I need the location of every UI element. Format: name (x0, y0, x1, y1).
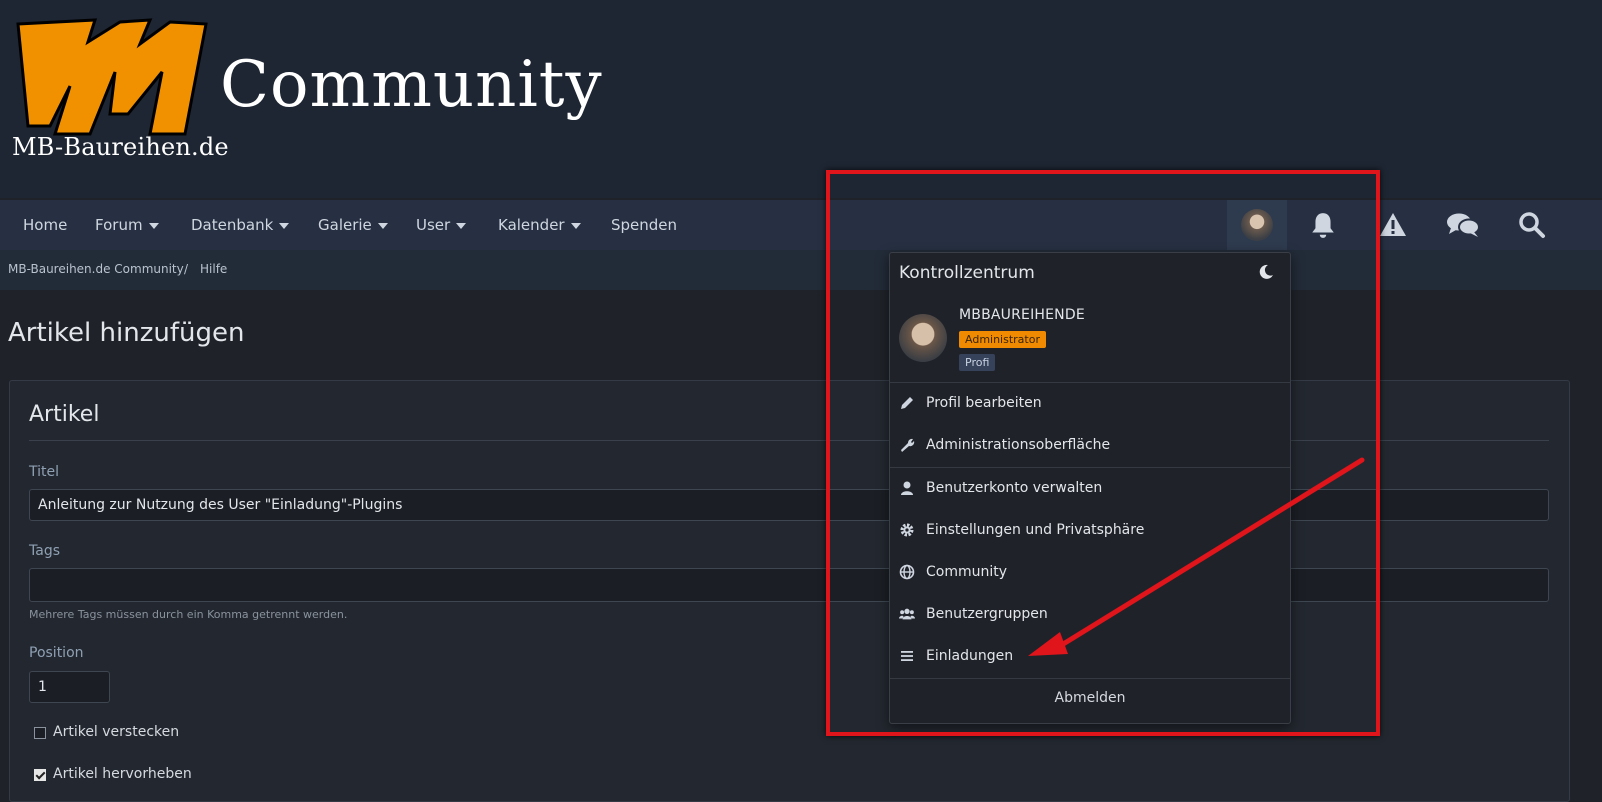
position-input[interactable]: 1 (29, 671, 110, 703)
breadcrumb-item-hilfe[interactable]: Hilfe (200, 262, 227, 276)
hide-article-checkbox[interactable] (34, 727, 46, 739)
position-label: Position (29, 645, 84, 661)
caret-down-icon (377, 222, 388, 229)
logo-subtitle: MB-Baureihen.de (12, 133, 229, 161)
breadcrumb-item-community[interactable]: MB-Baureihen.de Community (8, 262, 184, 276)
nav-user[interactable]: User (416, 200, 467, 250)
nav-home-label: Home (23, 216, 68, 234)
nav-home[interactable]: Home (23, 200, 67, 250)
nav-kalender-label: Kalender (498, 216, 565, 234)
chat-icon (1447, 213, 1480, 237)
page-title: Artikel hinzufügen (8, 318, 245, 348)
nav-datenbank-label: Datenbank (191, 216, 274, 234)
nav-forum-label: Forum (95, 216, 143, 234)
caret-down-icon (279, 222, 290, 229)
highlight-article-checkbox[interactable] (34, 769, 46, 781)
caret-down-icon (456, 222, 467, 229)
nav-forum[interactable]: Forum (95, 200, 159, 250)
search-icon (1519, 212, 1545, 238)
hide-article-label[interactable]: Artikel verstecken (53, 724, 179, 740)
title-label: Titel (29, 464, 60, 480)
site-title: Community (220, 48, 603, 122)
nav-datenbank[interactable]: Datenbank (191, 200, 290, 250)
nav-spenden[interactable]: Spenden (611, 200, 677, 250)
site-logo[interactable] (10, 14, 210, 139)
title-input-value: Anleitung zur Nutzung des User "Einladun… (38, 497, 403, 513)
caret-down-icon (570, 222, 581, 229)
nav-galerie-label: Galerie (318, 216, 372, 234)
nav-galerie[interactable]: Galerie (318, 200, 388, 250)
nav-kalender[interactable]: Kalender (498, 200, 581, 250)
breadcrumb-separator: / (184, 262, 189, 276)
nav-spenden-label: Spenden (611, 216, 678, 234)
warning-icon (1380, 213, 1406, 236)
conversations-button[interactable] (1433, 200, 1493, 250)
section-title: Artikel (29, 402, 100, 427)
position-input-value: 1 (38, 679, 47, 695)
caret-down-icon (148, 222, 159, 229)
highlight-box (826, 170, 1380, 736)
nav-user-label: User (416, 216, 451, 234)
tags-hint: Mehrere Tags müssen durch ein Komma getr… (29, 608, 348, 621)
highlight-article-label[interactable]: Artikel hervorheben (53, 766, 192, 782)
search-button[interactable] (1502, 200, 1562, 250)
tags-label: Tags (29, 543, 60, 559)
